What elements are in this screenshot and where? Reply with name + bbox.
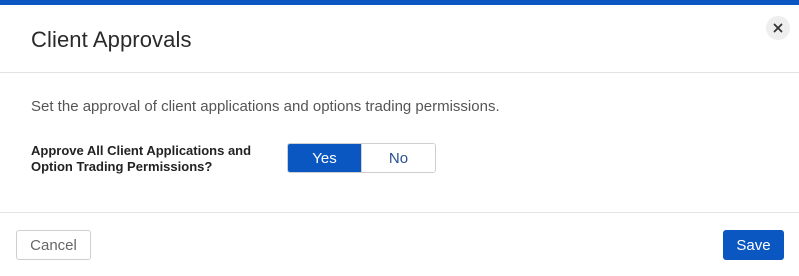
- cancel-button[interactable]: Cancel: [16, 230, 91, 260]
- toggle-yes-option[interactable]: Yes: [288, 144, 361, 172]
- dialog-header: Client Approvals: [0, 5, 799, 73]
- approve-all-label: Approve All Client Applications and Opti…: [31, 143, 252, 174]
- save-button[interactable]: Save: [723, 230, 784, 260]
- dialog-description: Set the approval of client applications …: [31, 98, 500, 115]
- dialog-title: Client Approvals: [31, 27, 192, 52]
- dialog-footer: Cancel Save: [0, 214, 799, 276]
- yes-no-toggle: Yes No: [287, 143, 436, 173]
- close-button[interactable]: [766, 16, 790, 40]
- close-icon: [773, 23, 783, 33]
- toggle-no-option[interactable]: No: [361, 144, 435, 172]
- dialog-body: Set the approval of client applications …: [0, 73, 799, 213]
